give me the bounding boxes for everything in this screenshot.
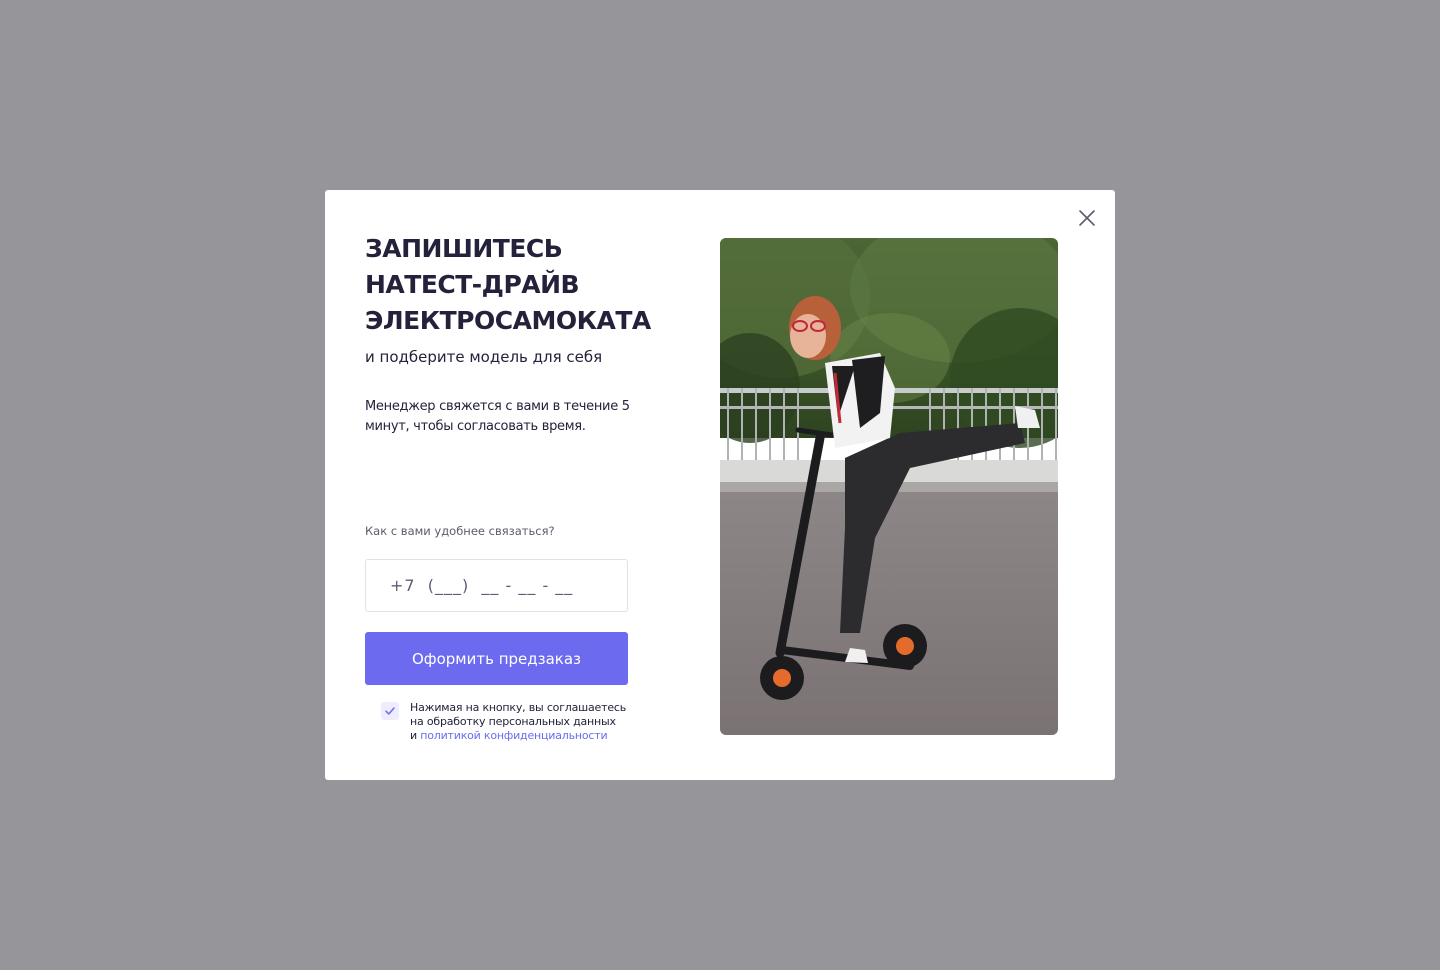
scooter-photo [720, 238, 1058, 735]
consent-line-3: и политикой конфиденциальности [410, 729, 625, 743]
title-line-2: НАТЕСТ-ДРАЙВ [365, 270, 580, 299]
modal-subtitle: и подберите модель для себя [365, 348, 603, 366]
title-line-3: ЭЛЕКТРОСАМОКАТА [365, 306, 651, 335]
test-drive-modal: ЗАПИШИТЕСЬ НАТЕСТ-ДРАЙВ ЭЛЕКТРОСАМОКАТА … [325, 190, 1115, 780]
modal-description: Менеджер свяжется с вами в течение 5 мин… [365, 399, 630, 434]
checkmark-icon [385, 707, 395, 715]
title-line-1: ЗАПИШИТЕСЬ [365, 234, 563, 263]
close-button[interactable] [1077, 208, 1097, 228]
consent-checkbox[interactable] [381, 702, 399, 720]
privacy-policy-link[interactable]: политикой конфиденциальности [420, 729, 607, 742]
scooter-photo-illustration [720, 238, 1058, 735]
consent-line-2: на обработку персональных данных [410, 715, 616, 728]
phone-input[interactable] [365, 559, 628, 612]
contact-label: Как с вами удобнее связаться? [365, 524, 555, 538]
preorder-button[interactable]: Оформить предзаказ [365, 632, 628, 685]
modal-title: ЗАПИШИТЕСЬ НАТЕСТ-ДРАЙВ ЭЛЕКТРОСАМОКАТА [365, 231, 665, 339]
close-icon [1079, 210, 1095, 226]
consent-text: Нажимая на кнопку, вы соглашаетесь на об… [410, 701, 627, 743]
consent-line-1: Нажимая на кнопку, вы соглашаетесь [410, 701, 627, 714]
consent-prefix: и [410, 729, 421, 742]
